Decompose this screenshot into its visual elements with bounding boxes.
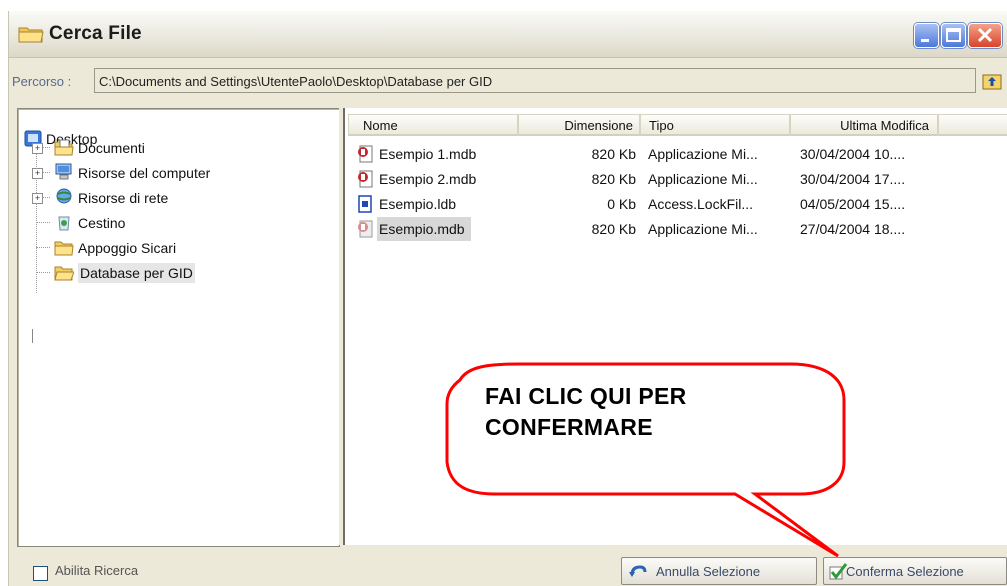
file-row[interactable]: Esempio 1.mdb 820 Kb Applicazione Mi... …: [345, 142, 1007, 166]
path-field[interactable]: C:\Documents and Settings\UtentePaolo\De…: [94, 68, 976, 93]
tree-connector: [36, 222, 50, 223]
lock-file-icon: [358, 195, 372, 213]
file-type: Applicazione Mi...: [648, 221, 758, 237]
up-folder-icon[interactable]: [982, 71, 1002, 91]
access-db-icon: [358, 220, 373, 238]
minimize-icon: [921, 39, 929, 42]
file-modified: 30/04/2004 17....: [800, 171, 906, 187]
callout-text: FAI CLIC QUI PER CONFERMARE: [485, 381, 687, 443]
cancel-selection-button[interactable]: Annulla Selezione: [621, 557, 817, 585]
tree-connector: [36, 247, 50, 248]
tree-item-label: Cestino: [78, 215, 126, 231]
tree-connector: [36, 272, 50, 273]
file-list[interactable]: Nome Dimensione Tipo Ultima Modifica Ese…: [343, 108, 1007, 545]
cancel-selection-label: Annulla Selezione: [656, 564, 761, 579]
callout-line-2: CONFERMARE: [485, 414, 653, 440]
file-size: 820 Kb: [591, 221, 636, 237]
file-name: Esempio 1.mdb: [379, 146, 477, 162]
file-size: 820 Kb: [591, 171, 636, 187]
file-row[interactable]: Esempio.ldb 0 Kb Access.LockFil... 04/05…: [345, 192, 1007, 216]
enable-search-checkbox[interactable]: [33, 566, 48, 581]
access-db-icon: [358, 145, 373, 163]
minimize-button[interactable]: [914, 23, 939, 48]
file-name: Esempio.ldb: [379, 196, 457, 212]
access-db-icon: [358, 170, 373, 188]
folder-open-icon: [54, 266, 74, 281]
tree-item-label: Risorse di rete: [78, 190, 169, 206]
column-header-tipo[interactable]: Tipo: [640, 114, 790, 136]
file-type: Access.LockFil...: [648, 196, 754, 212]
file-modified: 27/04/2004 18....: [800, 221, 906, 237]
column-header-empty: [938, 114, 1007, 136]
path-label: Percorso :: [12, 74, 72, 89]
file-size: 0 Kb: [607, 196, 636, 212]
tree-caret: [32, 329, 33, 343]
computer-icon: [55, 163, 72, 180]
tree-item-label: Appoggio Sicari: [78, 240, 177, 256]
close-icon: [977, 27, 993, 43]
maximize-icon: [946, 28, 961, 42]
title-bar: Cerca File: [9, 11, 1007, 58]
close-button[interactable]: [968, 23, 1002, 48]
expand-icon[interactable]: +: [32, 193, 43, 204]
file-row-selected[interactable]: Esempio.mdb 820 Kb Applicazione Mi... 27…: [345, 217, 1007, 241]
undo-icon: [629, 565, 647, 577]
folder-tree[interactable]: Desktop + Documenti + Risorse del comput…: [17, 108, 340, 547]
enable-search-label: Abilita Ricerca: [55, 563, 139, 578]
expand-icon[interactable]: +: [32, 168, 43, 179]
confirm-selection-button[interactable]: Conferma Selezione: [823, 557, 1007, 585]
maximize-button[interactable]: [941, 23, 966, 48]
expand-icon[interactable]: +: [32, 143, 43, 154]
documents-folder-icon: [54, 139, 74, 156]
column-header-ultima-modifica[interactable]: Ultima Modifica: [790, 114, 938, 136]
file-type: Applicazione Mi...: [648, 146, 758, 162]
checkmark-icon: [829, 563, 848, 580]
confirm-selection-label: Conferma Selezione: [846, 564, 964, 579]
file-name: Esempio 2.mdb: [379, 171, 477, 187]
tree-connector: [36, 133, 37, 293]
callout-line-1: FAI CLIC QUI PER: [485, 383, 687, 409]
file-size: 820 Kb: [591, 146, 636, 162]
file-name: Esempio.mdb: [377, 217, 471, 241]
tree-item-label: Documenti: [78, 140, 145, 156]
file-modified: 04/05/2004 15....: [800, 196, 906, 212]
bottom-bar: Abilita Ricerca Annulla Selezione Confer…: [9, 548, 1007, 586]
folder-icon: [54, 241, 74, 256]
recycle-bin-icon: [58, 216, 70, 231]
column-header-dimensione[interactable]: Dimensione: [518, 114, 640, 136]
folder-search-icon: [18, 27, 44, 43]
file-type: Applicazione Mi...: [648, 171, 758, 187]
file-row[interactable]: Esempio 2.mdb 820 Kb Applicazione Mi... …: [345, 167, 1007, 191]
window-title: Cerca File: [49, 23, 142, 44]
path-bar: Percorso : C:\Documents and Settings\Ute…: [9, 65, 1007, 99]
tree-item-label: Risorse del computer: [78, 165, 211, 181]
network-icon: [56, 188, 72, 204]
column-header-nome[interactable]: Nome: [348, 114, 518, 136]
file-modified: 30/04/2004 10....: [800, 146, 906, 162]
tree-item-label: Database per GID: [78, 263, 195, 283]
cerca-file-window: Cerca File Percorso : C:\Documents and S…: [8, 11, 1007, 586]
